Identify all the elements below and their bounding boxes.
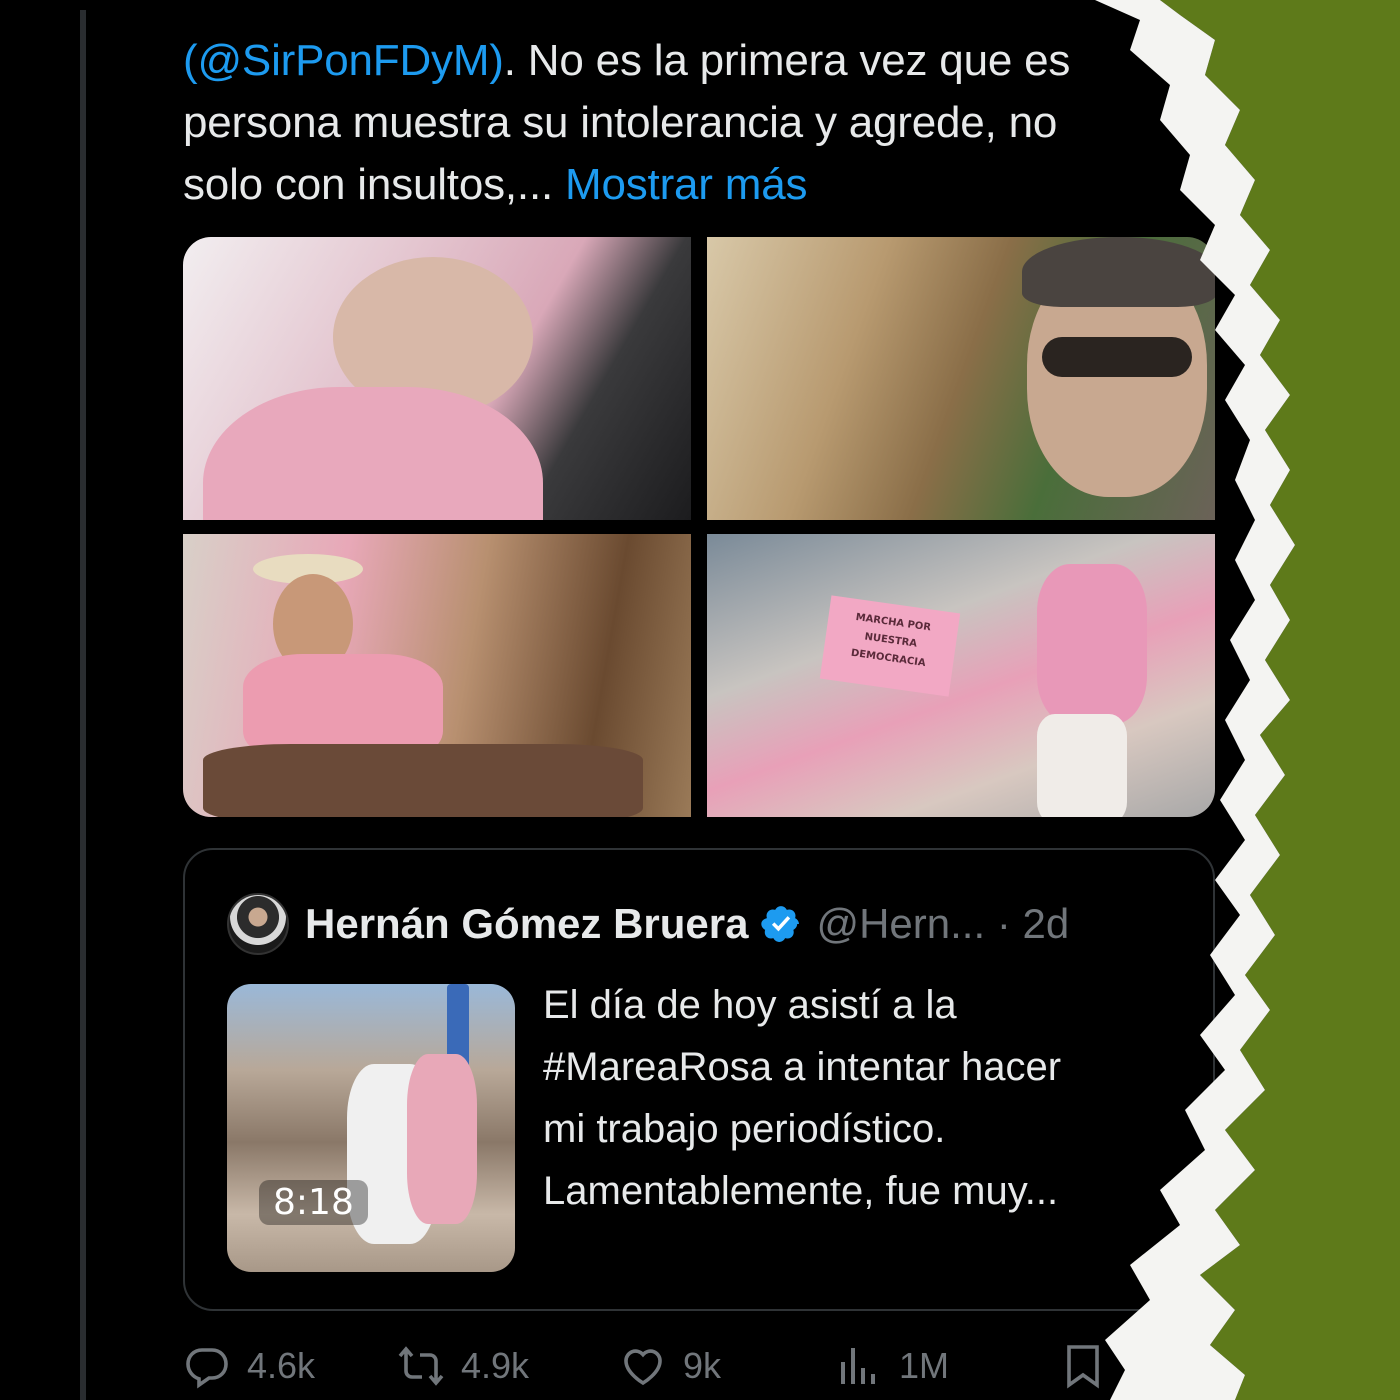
protest-sign: MARCHA POR NUESTRA DEMOCRACIA [819, 595, 961, 697]
tweet-line-1: (@SirPonFDyM). No es la primera vez que … [183, 36, 1071, 85]
quoted-video-thumbnail[interactable]: 8:18 [227, 984, 515, 1272]
views-button[interactable]: 1M [835, 1336, 949, 1396]
thread-connector-line [80, 10, 86, 1400]
repost-icon [398, 1346, 444, 1386]
tweet-line-2: persona muestra su intolerancia y agrede… [183, 98, 1058, 147]
photo-man-restaurant[interactable] [183, 534, 691, 817]
like-button[interactable]: 9k [619, 1336, 721, 1396]
reply-icon [186, 1348, 228, 1389]
tweet-line-3: solo con insultos,... Mostrar más [183, 160, 808, 209]
tweet-body: (@SirPonFDyM). No es la primera vez que … [183, 30, 1183, 216]
quoted-tweet-card[interactable]: Hernán Gómez Bruera @Hern... · 2d 8:18 E… [183, 848, 1215, 1311]
quoted-tweet-text: El día de hoy asistí a la #MareaRosa a i… [543, 983, 1062, 1213]
quoted-tweet-header: Hernán Gómez Bruera @Hern... · 2d [227, 893, 1070, 955]
repost-button[interactable]: 4.9k [397, 1336, 529, 1396]
mention-link[interactable]: (@SirPonFDyM) [183, 36, 504, 85]
tweet-actions-bar: 4.6k 4.9k 9k 1M [183, 1336, 1113, 1396]
media-grid: MARCHA POR NUESTRA DEMOCRACIA [183, 237, 1215, 817]
bookmark-icon [1067, 1345, 1099, 1389]
reply-button[interactable]: 4.6k [183, 1336, 315, 1396]
photo-man-pink-shirt-closeup[interactable] [183, 237, 691, 520]
views-chart-icon [841, 1348, 875, 1384]
quoted-handle-time: @Hern... · 2d [816, 900, 1070, 947]
verified-badge-icon [761, 906, 800, 942]
avatar[interactable] [227, 893, 289, 955]
photo-man-sunglasses-selfie[interactable] [707, 237, 1215, 520]
heart-icon [624, 1349, 662, 1386]
show-more-link[interactable]: Mostrar más [565, 160, 807, 209]
bookmark-button[interactable] [1059, 1336, 1123, 1396]
video-duration: 8:18 [259, 1180, 368, 1225]
quoted-author-name[interactable]: Hernán Gómez Bruera [305, 900, 748, 948]
photo-march-protest[interactable]: MARCHA POR NUESTRA DEMOCRACIA [707, 534, 1215, 817]
